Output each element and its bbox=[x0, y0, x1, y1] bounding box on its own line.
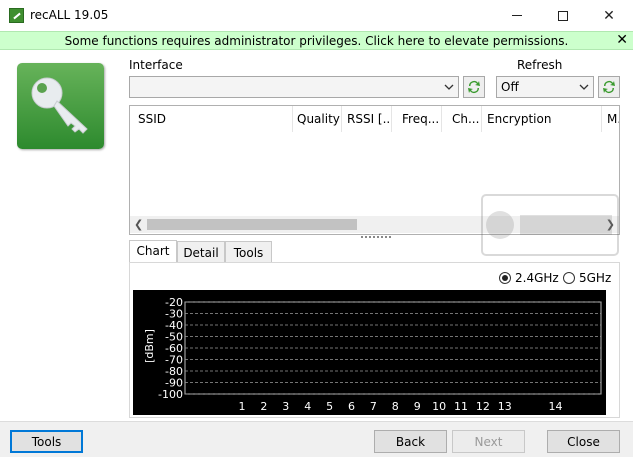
band-2-4ghz-label: 2.4GHz bbox=[515, 271, 559, 285]
column-divider[interactable] bbox=[601, 106, 602, 132]
banner-close-icon[interactable]: ✕ bbox=[616, 32, 628, 48]
column-divider[interactable] bbox=[391, 106, 392, 132]
chevron-down-icon bbox=[579, 84, 589, 90]
tools-button[interactable]: Tools bbox=[10, 430, 83, 453]
x-tick-label: 5 bbox=[326, 400, 333, 413]
x-tick-label: 8 bbox=[392, 400, 399, 413]
watermark-logo bbox=[481, 194, 619, 256]
column-ssid[interactable]: SSID bbox=[138, 112, 288, 126]
interface-select[interactable] bbox=[129, 76, 459, 98]
y-tick-label: -100 bbox=[158, 388, 183, 401]
y-axis-label: [dBm] bbox=[143, 329, 156, 363]
chart-background bbox=[133, 290, 606, 415]
column-divider[interactable] bbox=[481, 106, 482, 132]
close-icon: ✕ bbox=[603, 7, 615, 24]
column-rssi[interactable]: RSSI [... bbox=[347, 112, 392, 126]
x-tick-label: 4 bbox=[304, 400, 311, 413]
refresh-select[interactable]: Off bbox=[496, 76, 594, 98]
x-tick-label: 12 bbox=[476, 400, 490, 413]
title-bar: recALL 19.05 ✕ bbox=[0, 0, 633, 31]
scroll-left-icon[interactable]: ❮ bbox=[134, 218, 143, 231]
band-5ghz-label: 5GHz bbox=[579, 271, 612, 285]
x-tick-label: 11 bbox=[454, 400, 468, 413]
x-tick-label: 9 bbox=[414, 400, 421, 413]
admin-banner[interactable]: Some functions requires administrator pr… bbox=[0, 31, 633, 50]
x-tick-label: 3 bbox=[282, 400, 289, 413]
key-icon bbox=[31, 77, 88, 134]
close-button[interactable]: Close bbox=[547, 430, 620, 453]
bottom-bar bbox=[0, 421, 633, 457]
panel-splitter-handle[interactable] bbox=[361, 236, 391, 239]
refresh-select-value: Off bbox=[501, 80, 519, 94]
interface-refresh-button[interactable] bbox=[463, 76, 485, 98]
column-divider[interactable] bbox=[292, 106, 293, 132]
band-2-4ghz-radio[interactable]: 2.4GHz bbox=[499, 271, 559, 285]
refresh-now-button[interactable] bbox=[598, 76, 620, 98]
x-tick-label: 13 bbox=[498, 400, 512, 413]
x-tick-label: 7 bbox=[370, 400, 377, 413]
app-key-icon bbox=[9, 8, 24, 23]
radio-selected-icon bbox=[499, 272, 511, 284]
next-button[interactable]: Next bbox=[452, 430, 525, 453]
x-tick-label: 10 bbox=[432, 400, 446, 413]
band-5ghz-radio[interactable]: 5GHz bbox=[563, 271, 611, 285]
admin-banner-text[interactable]: Some functions requires administrator pr… bbox=[0, 34, 633, 48]
column-divider[interactable] bbox=[441, 106, 442, 132]
column-divider[interactable] bbox=[341, 106, 342, 132]
tab-tools[interactable]: Tools bbox=[225, 241, 272, 263]
signal-chart: -20-30-40-50-60-70-80-90-1001 2 3 4 5 6 7 8 9 10 1… bbox=[133, 290, 606, 415]
refresh-label: Refresh bbox=[517, 58, 563, 72]
x-tick-label: 1 bbox=[239, 400, 246, 413]
maximize-button[interactable] bbox=[540, 0, 586, 31]
key-logo-tile bbox=[17, 63, 104, 149]
column-channel[interactable]: Ch... bbox=[452, 112, 482, 126]
tab-detail[interactable]: Detail bbox=[177, 241, 225, 263]
radio-unselected-icon bbox=[563, 272, 575, 284]
minimize-icon bbox=[512, 15, 522, 16]
x-tick-label: 2 bbox=[260, 400, 267, 413]
tab-chart[interactable]: Chart bbox=[129, 240, 177, 263]
back-button[interactable]: Back bbox=[374, 430, 447, 453]
window-close-button[interactable]: ✕ bbox=[586, 0, 632, 31]
x-tick-label: 6 bbox=[348, 400, 355, 413]
column-mac[interactable]: M. bbox=[607, 112, 619, 126]
column-frequency[interactable]: Freq... bbox=[402, 112, 442, 126]
maximize-icon bbox=[558, 10, 568, 21]
refresh-icon bbox=[468, 81, 480, 93]
interface-label: Interface bbox=[129, 58, 183, 72]
refresh-icon bbox=[603, 81, 615, 93]
minimize-button[interactable] bbox=[494, 0, 540, 31]
column-encryption[interactable]: Encryption bbox=[487, 112, 597, 126]
column-quality[interactable]: Quality bbox=[297, 112, 342, 126]
window-title: recALL 19.05 bbox=[30, 8, 109, 22]
network-list-header: SSID Quality RSSI [... Freq... Ch... Enc… bbox=[130, 106, 619, 132]
x-tick-label: 14 bbox=[549, 400, 563, 413]
chevron-down-icon bbox=[444, 84, 454, 90]
scroll-thumb[interactable] bbox=[147, 219, 357, 230]
